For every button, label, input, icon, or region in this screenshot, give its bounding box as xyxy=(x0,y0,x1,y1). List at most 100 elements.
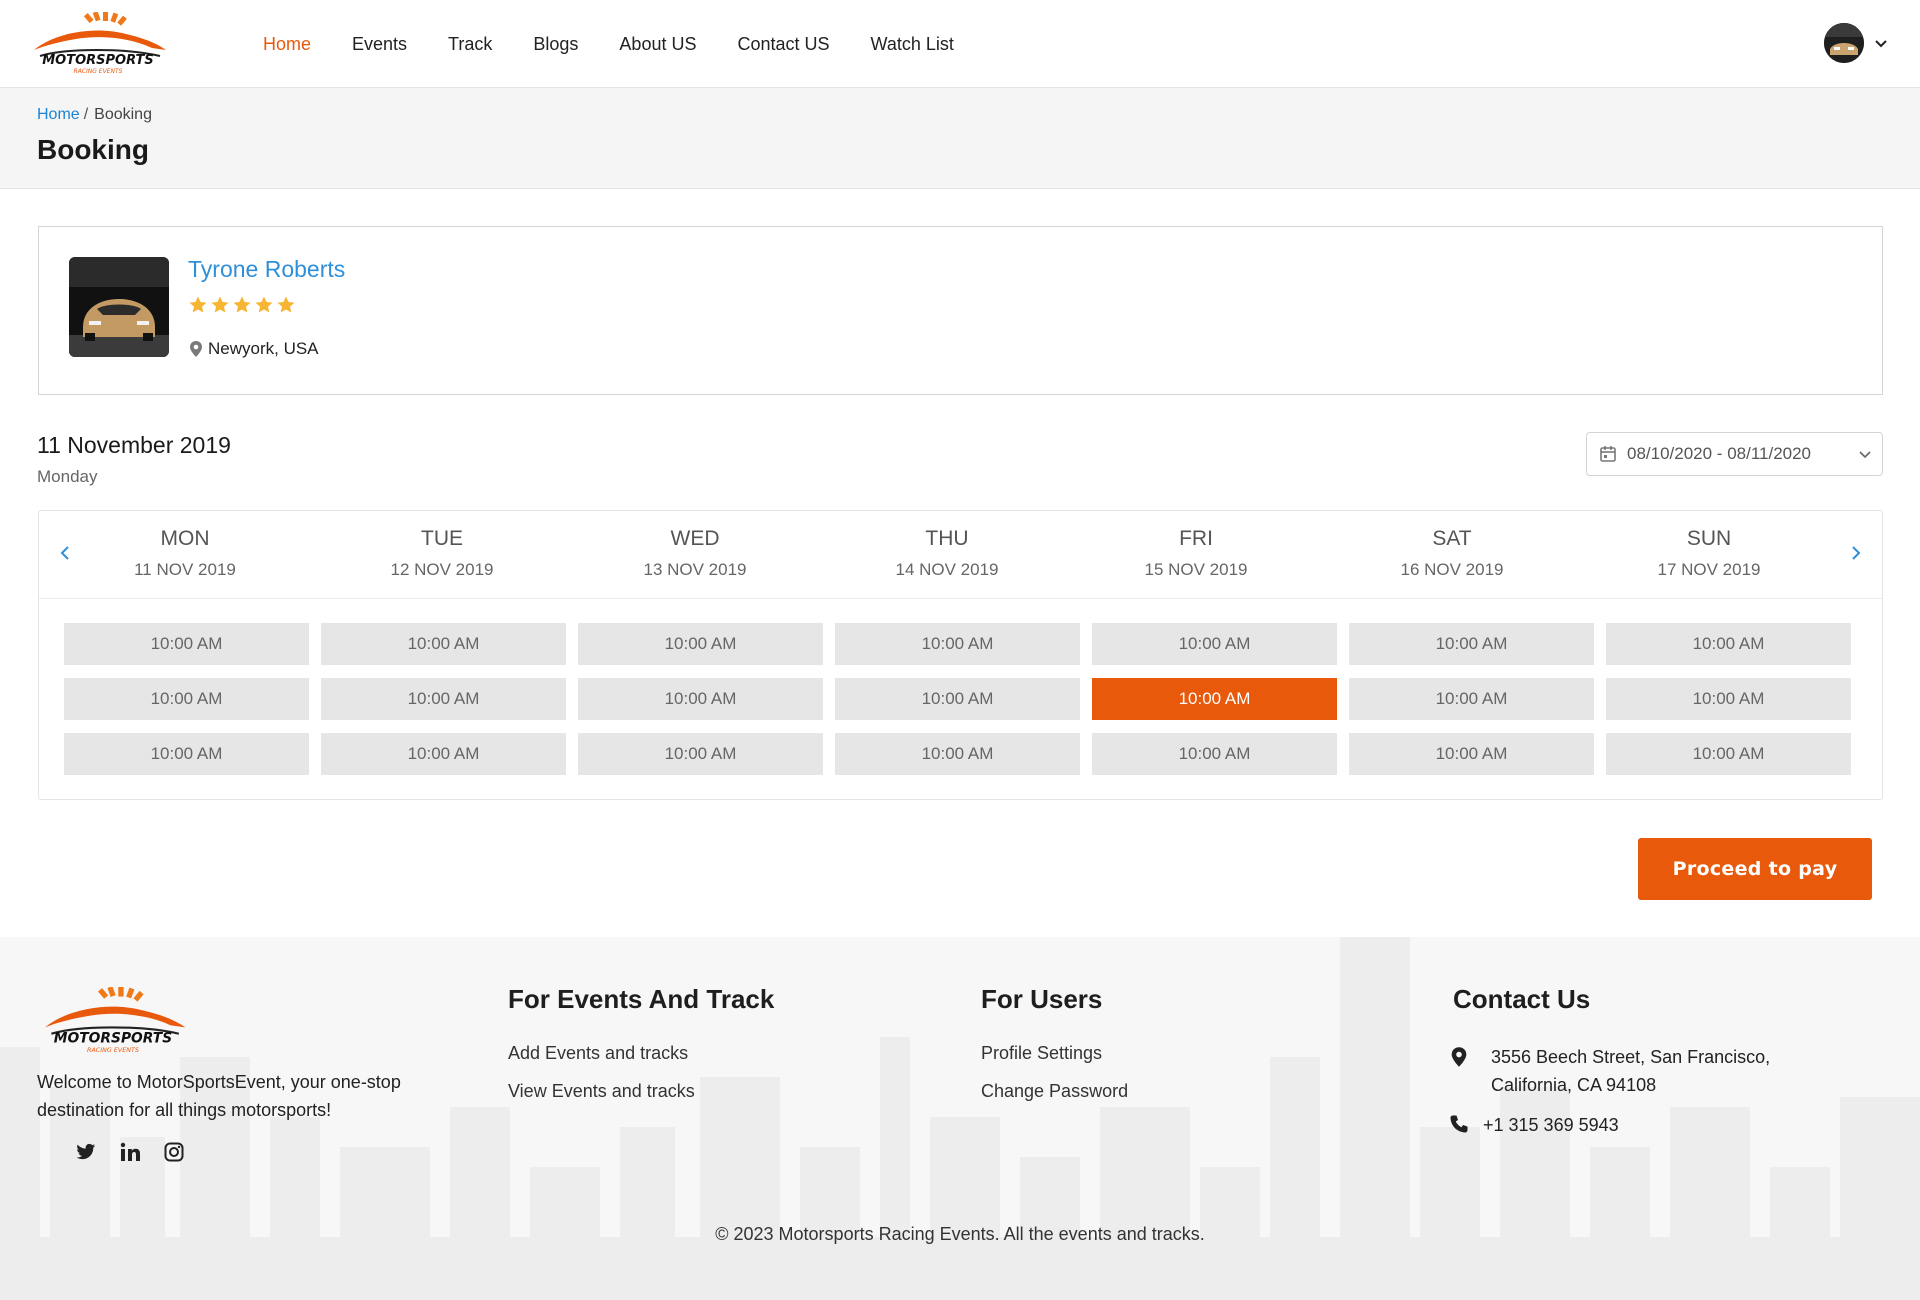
time-slot-tue-3[interactable]: 10:00 AM xyxy=(321,733,566,775)
time-slot-sun-1[interactable]: 10:00 AM xyxy=(1606,623,1851,665)
time-slot-fri-3[interactable]: 10:00 AM xyxy=(1092,733,1337,775)
avatar[interactable] xyxy=(1824,23,1864,63)
svg-text:RACING EVENTS: RACING EVENTS xyxy=(74,68,123,75)
next-week-button[interactable] xyxy=(1844,541,1868,565)
time-slot-sat-1[interactable]: 10:00 AM xyxy=(1349,623,1594,665)
date-range-value: 08/10/2020 - 08/11/2020 xyxy=(1627,444,1812,463)
time-slot-sun-2[interactable]: 10:00 AM xyxy=(1606,678,1851,720)
footer-link-view-events[interactable]: View Events and tracks xyxy=(508,1081,774,1102)
svg-text:MOTORSPORTS: MOTORSPORTS xyxy=(54,1030,172,1046)
time-slot-wed-3[interactable]: 10:00 AM xyxy=(578,733,823,775)
chevron-down-icon xyxy=(1859,451,1871,459)
copyright-text: © 2023 Motorsports Racing Events. All th… xyxy=(715,1224,1205,1244)
day-date: 14 NOV 2019 xyxy=(895,560,999,579)
proceed-to-pay-button[interactable]: Proceed to pay xyxy=(1638,838,1872,900)
day-name: MON xyxy=(160,527,210,550)
calendar-icon xyxy=(1600,446,1616,462)
nav-about-us[interactable]: About US xyxy=(619,34,696,55)
driver-location: Newyork, USA xyxy=(188,339,319,359)
footer-address: 3556 Beech Street, San Francisco, Califo… xyxy=(1449,1043,1770,1099)
time-slot-mon-2[interactable]: 10:00 AM xyxy=(64,678,309,720)
footer-users-title: For Users xyxy=(981,984,1103,1014)
profile-photo xyxy=(69,257,169,357)
day-header-thu: THU 14 NOV 2019 xyxy=(847,527,1047,580)
page-banner: Home / Booking Booking xyxy=(0,88,1920,189)
main-nav: Home Events Track Blogs About US Contact… xyxy=(263,0,954,88)
day-header-fri: FRI 15 NOV 2019 xyxy=(1096,527,1296,580)
user-menu[interactable] xyxy=(1824,23,1888,63)
breadcrumb: Home / Booking xyxy=(37,106,152,123)
day-name: WED xyxy=(670,527,720,550)
nav-watch-list[interactable]: Watch List xyxy=(871,34,954,55)
star-icon xyxy=(233,296,251,313)
svg-text:RACING EVENTS: RACING EVENTS xyxy=(87,1046,139,1054)
day-date: 11 NOV 2019 xyxy=(134,560,236,579)
twitter-icon[interactable] xyxy=(75,1141,97,1163)
day-name: FRI xyxy=(1179,527,1213,550)
day-name: SUN xyxy=(1686,527,1732,550)
time-slot-sun-3[interactable]: 10:00 AM xyxy=(1606,733,1851,775)
linkedin-icon[interactable] xyxy=(119,1141,141,1163)
footer-phone: +1 315 369 5943 xyxy=(1449,1111,1770,1142)
phone-number[interactable]: +1 315 369 5943 xyxy=(1483,1111,1619,1142)
nav-blogs[interactable]: Blogs xyxy=(533,34,578,55)
footer-link-change-password[interactable]: Change Password xyxy=(981,1081,1128,1102)
footer-link-add-events[interactable]: Add Events and tracks xyxy=(508,1043,774,1064)
time-slot-wed-2[interactable]: 10:00 AM xyxy=(578,678,823,720)
time-slot-thu-3[interactable]: 10:00 AM xyxy=(835,733,1080,775)
chevron-down-icon[interactable] xyxy=(1874,36,1888,50)
footer-logo[interactable]: MOTORSPORTS RACING EVENTS xyxy=(36,987,191,1055)
time-slot-thu-1[interactable]: 10:00 AM xyxy=(835,623,1080,665)
day-header-sun: SUN 17 NOV 2019 xyxy=(1609,527,1809,580)
location-pin-icon xyxy=(190,341,202,357)
instagram-icon[interactable] xyxy=(163,1141,185,1163)
footer-events-column: For Events And Track Add Events and trac… xyxy=(508,984,774,1119)
time-slot-sat-2[interactable]: 10:00 AM xyxy=(1349,678,1594,720)
date-range-picker[interactable]: 08/10/2020 - 08/11/2020 xyxy=(1586,432,1883,476)
driver-profile-card: Tyrone Roberts Newyork, USA xyxy=(38,226,1883,395)
location-pin-icon xyxy=(1451,1047,1467,1067)
star-icon xyxy=(189,296,207,313)
address-line-2: California, CA 94108 xyxy=(1491,1075,1657,1095)
chevron-left-icon xyxy=(60,546,69,560)
day-date: 15 NOV 2019 xyxy=(1144,560,1248,579)
day-date: 17 NOV 2019 xyxy=(1657,560,1761,579)
nav-contact-us[interactable]: Contact US xyxy=(737,34,829,55)
time-slot-thu-2[interactable]: 10:00 AM xyxy=(835,678,1080,720)
star-rating xyxy=(188,295,296,315)
footer-users-column: For Users Profile Settings Change Passwo… xyxy=(981,984,1128,1119)
breadcrumb-home[interactable]: Home xyxy=(37,106,80,123)
time-slot-fri-2[interactable]: 10:00 AM xyxy=(1092,678,1337,720)
footer-contact-title: Contact Us xyxy=(1453,984,1591,1014)
time-slot-mon-3[interactable]: 10:00 AM xyxy=(64,733,309,775)
footer-link-profile-settings[interactable]: Profile Settings xyxy=(981,1043,1128,1064)
time-slot-mon-1[interactable]: 10:00 AM xyxy=(64,623,309,665)
day-header-tue: TUE 12 NOV 2019 xyxy=(342,527,542,580)
prev-week-button[interactable] xyxy=(53,541,77,565)
site-footer: MOTORSPORTS RACING EVENTS Welcome to Mot… xyxy=(0,937,1920,1300)
day-date: 13 NOV 2019 xyxy=(643,560,747,579)
time-slot-wed-1[interactable]: 10:00 AM xyxy=(578,623,823,665)
selected-weekday: Monday xyxy=(37,467,98,486)
time-slot-tue-1[interactable]: 10:00 AM xyxy=(321,623,566,665)
star-icon xyxy=(255,296,273,313)
selected-date: 11 November 2019 xyxy=(37,432,231,458)
time-slot-tue-2[interactable]: 10:00 AM xyxy=(321,678,566,720)
top-navbar: MOTORSPORTS RACING EVENTS Home Events Tr… xyxy=(0,0,1920,88)
footer-about-text: Welcome to MotorSportsEvent, your one-st… xyxy=(37,1072,401,1120)
schedule-header: MON 11 NOV 2019 TUE 12 NOV 2019 WED 13 NOV 20… xyxy=(39,511,1882,599)
day-name: THU xyxy=(925,527,969,550)
day-name: SAT xyxy=(1432,527,1472,550)
nav-events[interactable]: Events xyxy=(352,34,407,55)
location-text: Newyork, USA xyxy=(208,339,319,358)
site-logo[interactable]: MOTORSPORTS RACING EVENTS xyxy=(26,12,171,76)
nav-home[interactable]: Home xyxy=(263,34,311,55)
driver-name[interactable]: Tyrone Roberts xyxy=(188,256,345,283)
svg-text:MOTORSPORTS: MOTORSPORTS xyxy=(42,53,154,68)
time-slot-fri-1[interactable]: 10:00 AM xyxy=(1092,623,1337,665)
footer-events-title: For Events And Track xyxy=(508,984,775,1014)
nav-track[interactable]: Track xyxy=(448,34,492,55)
day-header-sat: SAT 16 NOV 2019 xyxy=(1352,527,1552,580)
time-slot-sat-3[interactable]: 10:00 AM xyxy=(1349,733,1594,775)
star-icon xyxy=(211,296,229,313)
